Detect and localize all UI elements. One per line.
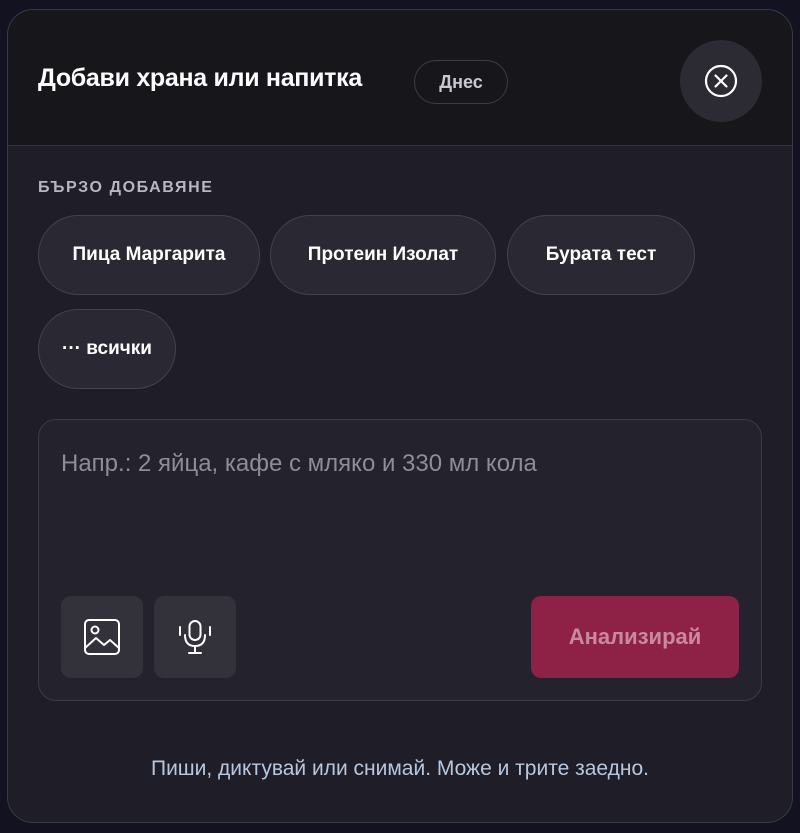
close-button[interactable] (680, 40, 762, 122)
quick-add-chip-protein[interactable]: Протеин Изолат (270, 215, 496, 295)
food-input-box: Анализирай (38, 419, 762, 701)
quick-add-label: БЪРЗО ДОБАВЯНЕ (38, 179, 214, 196)
modal-title: Добави храна или напитка (38, 64, 362, 92)
date-badge[interactable]: Днес (414, 60, 508, 104)
input-hint: Пиши, диктувай или снимай. Може и трите … (150, 757, 649, 780)
dictate-button[interactable] (154, 596, 236, 678)
add-food-modal: Добави храна или напитка Днес БЪРЗО ДОБА… (7, 9, 793, 823)
analyze-button[interactable]: Анализирай (531, 596, 739, 678)
quick-add-chip-all[interactable]: ··· всички (38, 309, 176, 389)
close-circle-icon (704, 64, 738, 98)
modal-header: Добави храна или напитка Днес (8, 10, 792, 146)
image-icon (84, 619, 120, 655)
add-photo-button[interactable] (61, 596, 143, 678)
quick-add-chip-pizza[interactable]: Пица Маргарита (38, 215, 260, 295)
food-description-input[interactable] (61, 450, 741, 510)
quick-add-chip-burrata[interactable]: Бурата тест (507, 215, 695, 295)
microphone-icon (179, 620, 211, 654)
